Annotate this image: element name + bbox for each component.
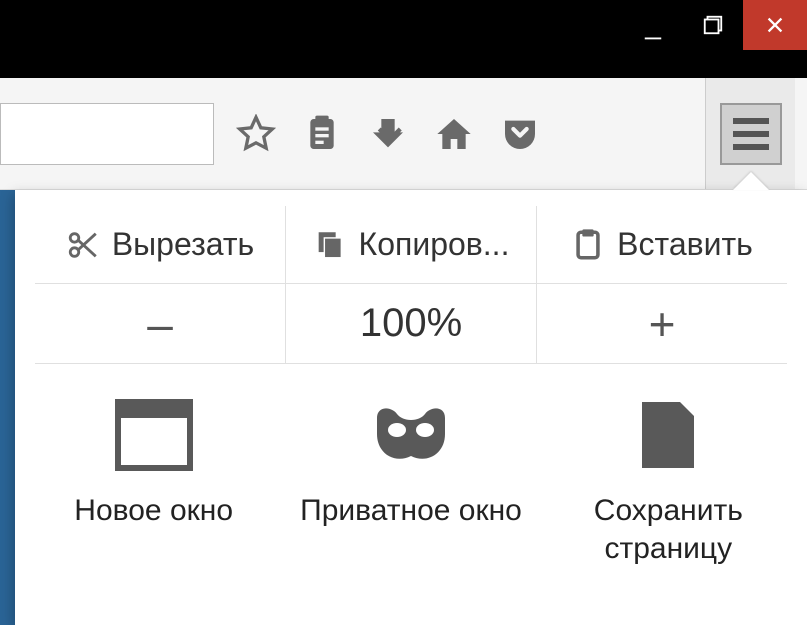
page-background — [0, 190, 15, 625]
hamburger-icon — [733, 118, 769, 124]
save-page-label: Сохранить страницу — [550, 492, 787, 567]
pocket-button[interactable] — [496, 110, 544, 158]
maximize-icon — [702, 14, 724, 36]
copy-button[interactable]: Копиров... — [286, 206, 537, 283]
zoom-in-button[interactable]: + — [537, 284, 787, 363]
pocket-icon — [500, 114, 540, 154]
zoom-level-label: 100% — [360, 301, 462, 346]
star-icon — [236, 114, 276, 154]
menu-grid: Новое окно Приватное окно Сохранить стра… — [35, 364, 787, 567]
mask-icon — [371, 398, 451, 472]
window-titlebar — [0, 0, 807, 78]
minimize-icon — [642, 21, 664, 43]
menu-button[interactable] — [720, 103, 782, 165]
close-icon — [764, 14, 786, 36]
paste-label: Вставить — [617, 226, 753, 263]
zoom-level[interactable]: 100% — [286, 284, 537, 363]
cut-button[interactable]: Вырезать — [35, 206, 286, 283]
private-window-button[interactable]: Приватное окно — [292, 398, 529, 567]
copy-icon — [313, 228, 347, 262]
private-window-label: Приватное окно — [300, 492, 522, 530]
edit-actions-row: Вырезать Копиров... Вставить — [35, 206, 787, 284]
paste-icon — [571, 228, 605, 262]
new-window-button[interactable]: Новое окно — [35, 398, 272, 567]
minus-icon: – — [147, 297, 173, 351]
menu-arrow-icon — [733, 172, 769, 190]
save-page-button[interactable]: Сохранить страницу — [550, 398, 787, 567]
close-button[interactable] — [743, 0, 807, 50]
zoom-out-button[interactable]: – — [35, 284, 286, 363]
downloads-button[interactable] — [364, 110, 412, 158]
plus-icon: + — [649, 297, 676, 351]
cut-label: Вырезать — [112, 226, 254, 263]
home-icon — [434, 114, 474, 154]
reading-list-button[interactable] — [298, 110, 346, 158]
copy-label: Копиров... — [359, 226, 510, 263]
file-icon — [628, 398, 708, 472]
clipboard-icon — [302, 114, 342, 154]
bookmark-button[interactable] — [232, 110, 280, 158]
window-icon — [114, 398, 194, 472]
paste-button[interactable]: Вставить — [537, 206, 787, 283]
new-window-label: Новое окно — [74, 492, 233, 530]
home-button[interactable] — [430, 110, 478, 158]
minimize-button[interactable] — [623, 0, 683, 50]
menu-panel: Вырезать Копиров... Вставить – 100% + — [15, 190, 807, 625]
zoom-row: – 100% + — [35, 284, 787, 364]
url-input[interactable] — [0, 103, 214, 165]
download-arrow-icon — [368, 114, 408, 154]
browser-toolbar — [0, 78, 807, 190]
menu-button-container — [705, 78, 795, 189]
scissors-icon — [66, 228, 100, 262]
maximize-button[interactable] — [683, 0, 743, 50]
